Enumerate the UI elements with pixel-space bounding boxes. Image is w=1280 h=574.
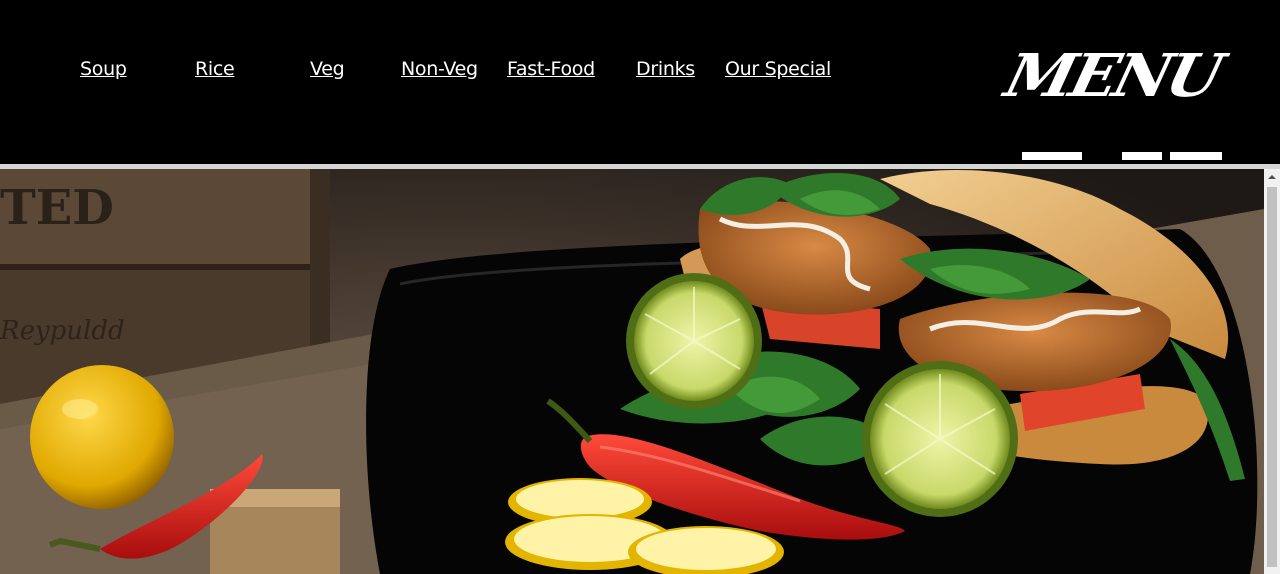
nav-link-drinks[interactable]: Drinks	[636, 58, 695, 80]
top-navigation-bar: Soup Rice Veg Non-Veg Fast-Food Drinks O…	[0, 0, 1280, 164]
hero-food-image: TED Reypuldd	[0, 169, 1264, 574]
svg-text:Reypuldd: Reypuldd	[0, 316, 125, 346]
menu-logo: MENU	[998, 40, 1230, 160]
menu-logo-text: MENU	[998, 40, 1227, 111]
page-scrollbar[interactable]	[1264, 169, 1280, 574]
scroll-up-button[interactable]	[1264, 169, 1280, 185]
nav-link-soup[interactable]: Soup	[80, 58, 127, 80]
nav-link-our-special[interactable]: Our Special	[725, 58, 831, 80]
logo-underline	[1122, 152, 1162, 160]
chevron-up-icon	[1268, 175, 1276, 179]
logo-underline	[1170, 152, 1222, 160]
svg-text:TED: TED	[0, 180, 114, 236]
nav-link-non-veg[interactable]: Non-Veg	[401, 58, 478, 80]
scrollbar-thumb[interactable]	[1267, 187, 1277, 567]
nav-link-veg[interactable]: Veg	[310, 58, 345, 80]
logo-underline	[1022, 152, 1082, 160]
nav-link-fast-food[interactable]: Fast-Food	[507, 58, 595, 80]
nav-link-rice[interactable]: Rice	[195, 58, 235, 80]
